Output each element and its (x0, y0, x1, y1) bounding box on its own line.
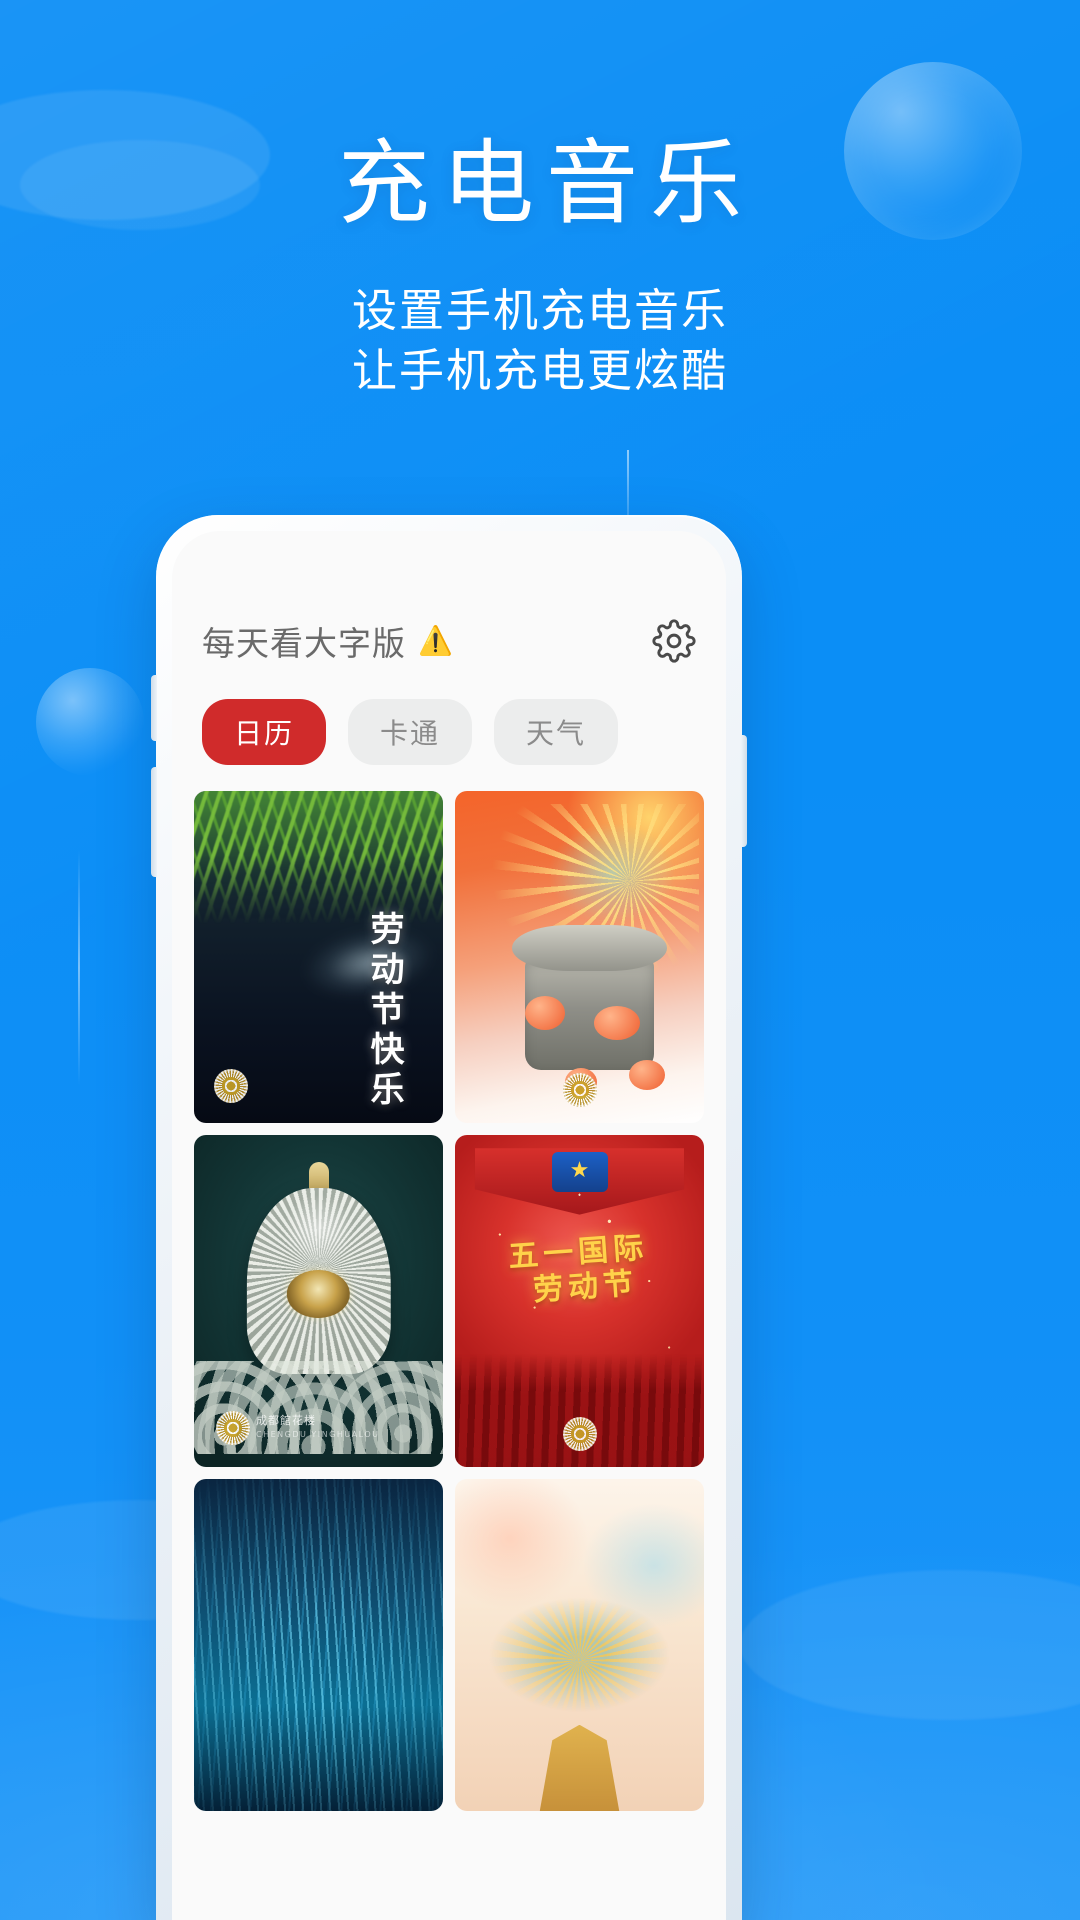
fruit-decor-3 (629, 1059, 666, 1090)
phone-mockup: 每天看大字版 ⚠️ 日历 卡通 天气 劳动节快乐 成都館花楼 CHENGDU Y… (151, 515, 747, 1920)
censer-vessel-decor (246, 1188, 391, 1375)
tab-cartoon[interactable]: 卡通 (348, 699, 473, 765)
wallpaper-card-dragon-cloud[interactable] (455, 1479, 704, 1811)
hero-subtitle: 设置手机充电音乐 让手机充电更炫酷 (0, 281, 1080, 402)
hero-subtitle-line-2: 让手机充电更炫酷 (351, 344, 728, 398)
app-title-group: 每天看大字版 ⚠️ (202, 617, 454, 665)
page-title: 充电音乐 (337, 130, 754, 237)
signature-text: 成都館花楼 (256, 1413, 316, 1427)
phone-side-button-right (741, 735, 747, 847)
seal-stamp-icon (562, 1073, 597, 1107)
app-title-text: 每天看大字版 (202, 624, 406, 663)
wallpaper-card-blue-ripples[interactable] (194, 1479, 443, 1811)
decorative-line-left (78, 850, 80, 1085)
warning-triangle-icon: ⚠️ (418, 624, 454, 657)
category-tabs: 日历 卡通 天气 (172, 665, 726, 765)
willow-leaves-decor (194, 791, 443, 924)
wallpaper-card-caption: 劳动节快乐 (364, 910, 404, 1111)
decorative-bubble-small (36, 668, 144, 776)
fruit-decor-1 (524, 996, 565, 1031)
water-ripple-decor (194, 1479, 443, 1811)
tab-weather[interactable]: 天气 (494, 699, 619, 765)
wallpaper-grid: 劳动节快乐 成都館花楼 CHENGDU YINGHUALOU ★ 五一国际 劳动… (172, 765, 726, 1811)
wallpaper-card-bronze-censer[interactable]: 成都館花楼 CHENGDU YINGHUALOU (194, 1135, 443, 1467)
dragon-body-decor (474, 1565, 685, 1738)
hero-section: 充电音乐 设置手机充电音乐 让手机充电更炫酷 (0, 132, 1080, 402)
wallpaper-card-willow-labor-day[interactable]: 劳动节快乐 (194, 791, 443, 1123)
app-header: 每天看大字版 ⚠️ (172, 531, 726, 665)
wallpaper-card-signature: 成都館花楼 CHENGDU YINGHUALOU (256, 1413, 380, 1442)
signature-pinyin: CHENGDU YINGHUALOU (256, 1430, 380, 1439)
wallpaper-card-phoenix-feast[interactable] (455, 791, 704, 1123)
wallpaper-card-red-labor-day[interactable]: 五一国际 劳动节 (455, 1135, 704, 1467)
tab-calendar[interactable]: 日历 (202, 699, 327, 765)
seal-stamp-icon (214, 1069, 248, 1103)
seal-stamp-icon (216, 1411, 250, 1445)
hero-subtitle-line-1: 设置手机充电音乐 (351, 284, 728, 338)
phone-screen: 每天看大字版 ⚠️ 日历 卡通 天气 劳动节快乐 成都館花楼 CHENGDU Y… (172, 531, 726, 1920)
gear-icon[interactable] (652, 619, 696, 663)
seal-stamp-icon (562, 1417, 597, 1451)
